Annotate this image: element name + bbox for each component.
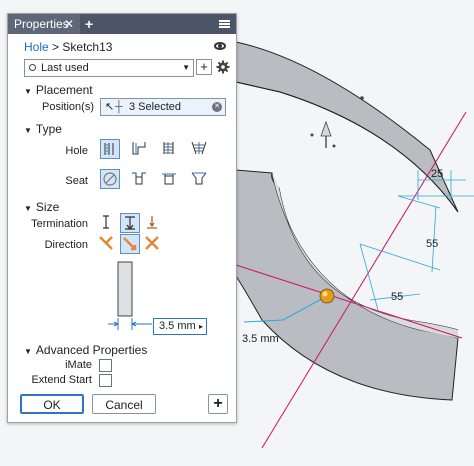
- diameter-expand-icon[interactable]: ▸: [199, 319, 203, 334]
- upper-shell-hole: [360, 96, 364, 100]
- dimension-55-upper-label: 55: [426, 238, 438, 250]
- taper-tapped-hole-button[interactable]: [190, 139, 210, 159]
- hole-marker[interactable]: [319, 288, 335, 304]
- positions-label: Position(s): [42, 101, 94, 113]
- termination-label: Termination: [31, 218, 88, 230]
- counterbore-seat-button[interactable]: [130, 169, 150, 189]
- ok-button[interactable]: OK: [20, 394, 84, 414]
- breadcrumb: Hole > Sketch13: [24, 40, 112, 54]
- spotface-seat-button[interactable]: [160, 169, 180, 189]
- breadcrumb-feature[interactable]: Hole: [24, 40, 49, 54]
- hole-diameter-label: 3.5 mm: [242, 333, 279, 345]
- collapse-arrow-icon: ▼: [24, 126, 32, 135]
- positions-value: 3 Selected: [129, 101, 181, 113]
- termination-through-all-button[interactable]: [120, 213, 140, 233]
- dimension-55-lower-label: 55: [391, 291, 403, 303]
- type-header-label: Type: [35, 122, 62, 136]
- seat-label: Seat: [65, 175, 88, 187]
- cancel-button[interactable]: Cancel: [92, 394, 156, 414]
- diameter-input[interactable]: 3.5 mm ▸: [153, 318, 207, 335]
- imate-label: iMate: [65, 359, 92, 371]
- no-seat-button[interactable]: [100, 169, 120, 189]
- placement-header-label: Placement: [35, 83, 93, 97]
- extend-start-checkbox[interactable]: [99, 374, 112, 387]
- clearance-hole-button[interactable]: [130, 139, 150, 159]
- collapse-arrow-icon: ▼: [24, 347, 32, 356]
- termination-to-button[interactable]: [143, 213, 163, 233]
- placement-section-header[interactable]: ▼ Placement: [24, 83, 93, 97]
- select-cursor-icon: ↖: [105, 101, 115, 113]
- positions-selector[interactable]: ↖ ┼ 3 Selected ✕: [100, 98, 226, 116]
- collapse-arrow-icon: ▼: [24, 204, 32, 213]
- direction-label: Direction: [44, 239, 88, 251]
- breadcrumb-separator: >: [52, 40, 60, 54]
- direction-default-button[interactable]: [97, 234, 117, 254]
- hole-marker-highlight: [322, 291, 328, 297]
- upper-shell-hole: [310, 133, 314, 137]
- chevron-down-icon: ▼: [182, 63, 190, 72]
- advanced-header-label: Advanced Properties: [35, 343, 148, 357]
- termination-distance-button[interactable]: [97, 213, 117, 233]
- hole-type-label: Hole: [65, 145, 88, 157]
- dimension-25-label: 25: [431, 168, 443, 180]
- hamburger-menu-icon[interactable]: [219, 20, 230, 28]
- size-header-label: Size: [35, 200, 60, 214]
- clear-selection-icon[interactable]: ✕: [212, 102, 222, 112]
- extend-start-label: Extend Start: [31, 374, 92, 386]
- simple-hole-button[interactable]: [100, 139, 120, 159]
- upper-shell-hole: [332, 144, 336, 148]
- visibility-eye-icon[interactable]: [214, 42, 226, 50]
- advanced-section-header[interactable]: ▼ Advanced Properties: [24, 343, 147, 357]
- panel-titlebar: Properties ✕ +: [8, 14, 236, 34]
- tab-properties-label: Properties: [14, 17, 69, 31]
- diameter-value: 3.5 mm: [159, 320, 196, 332]
- crosshair-icon: ┼: [115, 101, 123, 113]
- imate-checkbox[interactable]: [99, 359, 112, 372]
- preset-icon: [29, 64, 36, 71]
- type-section-header[interactable]: ▼ Type: [24, 122, 62, 136]
- tab-properties[interactable]: Properties ✕: [8, 14, 80, 34]
- countersink-seat-button[interactable]: [190, 169, 210, 189]
- preset-dropdown[interactable]: Last used ▼: [24, 59, 194, 77]
- add-preset-button[interactable]: +: [196, 59, 212, 75]
- preset-value: Last used: [41, 62, 89, 74]
- collapse-arrow-icon: ▼: [24, 87, 32, 96]
- direction-symmetric-button[interactable]: [143, 234, 163, 254]
- add-tab-button[interactable]: +: [85, 14, 93, 34]
- gear-icon[interactable]: [216, 60, 230, 74]
- size-section-header[interactable]: ▼ Size: [24, 200, 59, 214]
- direction-flip-button[interactable]: [120, 234, 140, 254]
- properties-panel: Properties ✕ + Hole > Sketch13 Last used…: [7, 13, 237, 423]
- tapped-hole-button[interactable]: [160, 139, 180, 159]
- breadcrumb-sketch[interactable]: Sketch13: [62, 40, 112, 54]
- add-apply-button[interactable]: +: [208, 394, 228, 414]
- close-icon[interactable]: ✕: [64, 14, 74, 34]
